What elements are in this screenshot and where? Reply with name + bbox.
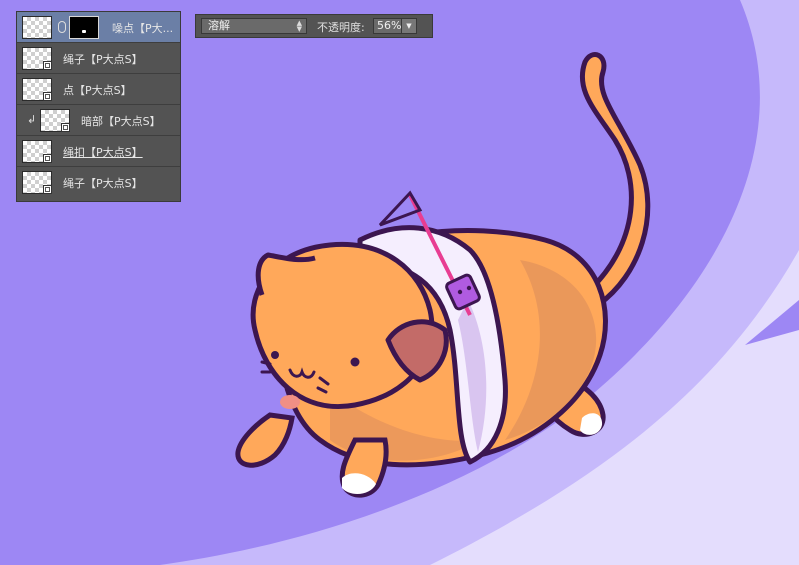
rope-triangle [378,190,423,227]
layers-panel: 噪点【P大... 绳子【P大点S】 点【P大点S】 ↲ 暗部【P大点S】 绳扣【… [16,11,181,202]
layer-thumbnail[interactable] [22,171,52,194]
layer-row-shadow[interactable]: ↲ 暗部【P大点S】 [17,105,180,136]
layer-name: 暗部【P大点S】 [81,115,161,128]
layer-row-noise[interactable]: 噪点【P大... [17,12,180,43]
cat-eye-left [271,351,279,359]
cat-eye-right [350,357,360,367]
smart-object-icon [43,92,52,101]
smart-object-icon [43,61,52,70]
opacity-value: 56% [377,19,402,32]
layer-thumbnail[interactable] [40,109,70,132]
layer-row-rope[interactable]: 绳子【P大点S】 [17,43,180,74]
cat-front-leg-left [235,412,295,468]
smart-object-icon [43,185,52,194]
layer-thumbnail[interactable] [22,16,52,39]
cat-tail [579,52,651,308]
layer-row-rope-base[interactable]: 绳子【P大点S】 [17,167,180,198]
layer-thumbnail[interactable] [22,78,52,101]
layer-thumbnail[interactable] [22,47,52,70]
layer-row-dots[interactable]: 点【P大点S】 [17,74,180,105]
updown-arrows-icon: ▲ ▼ [296,19,302,33]
layer-name: 噪点【P大... [112,22,174,35]
layer-thumbnail[interactable] [22,140,52,163]
opacity-input[interactable]: 56% ▼ [373,18,417,34]
layer-mask-thumbnail[interactable] [69,16,99,39]
opacity-slider-button[interactable]: ▼ [401,19,416,33]
layer-name: 点【P大点S】 [63,84,132,97]
smart-object-icon [43,154,52,163]
clipping-mask-arrow-icon: ↲ [27,113,37,126]
smart-object-icon [61,123,70,132]
opacity-label: 不透明度: [317,21,365,34]
layer-row-clasp[interactable]: 绳扣【P大点S】 [17,136,180,167]
blend-mode-select[interactable]: 溶解 ▲ ▼ [201,18,307,34]
chain-link-icon[interactable] [58,21,66,33]
layer-name: 绳子【P大点S】 [63,53,143,66]
blend-mode-value: 溶解 [208,19,230,32]
layer-name: 绳扣【P大点S】 [63,146,143,159]
layer-name: 绳子【P大点S】 [63,177,143,190]
blend-options-bar: 溶解 ▲ ▼ 不透明度: 56% ▼ [195,14,433,38]
cat-blush [280,395,300,409]
